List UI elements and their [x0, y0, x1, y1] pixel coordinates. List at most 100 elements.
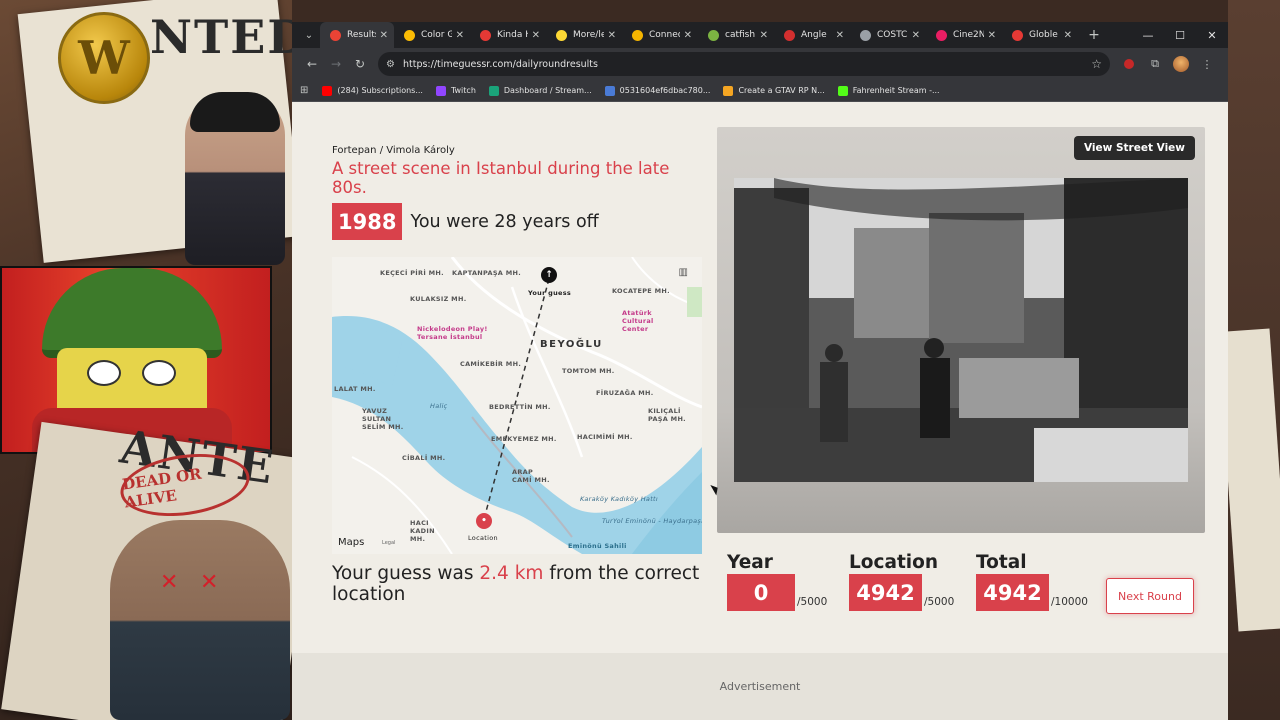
- view-street-view-button[interactable]: View Street View: [1073, 136, 1195, 160]
- minimize-icon[interactable]: —: [1132, 22, 1164, 48]
- person-head: [825, 344, 843, 362]
- address-bar[interactable]: ⚙ https://timeguessr.com/dailyroundresul…: [378, 52, 1110, 76]
- close-tab-icon[interactable]: ✕: [912, 30, 920, 41]
- map-label: KOCATEPE MH.: [612, 287, 670, 295]
- tab-cine2n[interactable]: Cine2N ✕: [926, 22, 1002, 48]
- coin-letter: W: [78, 31, 130, 85]
- street-scene-photo: [734, 178, 1188, 482]
- bookmark-item[interactable]: Fahrenheit Stream -...: [837, 85, 940, 96]
- maps-logo-text: Maps: [338, 537, 365, 548]
- map-label: KULAKSIZ MH.: [410, 295, 467, 303]
- bookmark-item[interactable]: 0531604ef6dbac780...: [604, 85, 711, 96]
- map-poi-label: Atatürk Cultural Center: [622, 309, 654, 333]
- tab-angle[interactable]: Angle ✕: [774, 22, 850, 48]
- map-water-label: TurYol Eminönü - Haydarpaşa Hattı: [602, 517, 702, 525]
- new-tab-icon[interactable]: +: [1084, 27, 1104, 43]
- map-label: CİBALİ MH.: [402, 454, 446, 462]
- location-pin-label: Location: [468, 534, 498, 542]
- bookmark-label: 0531604ef6dbac780...: [619, 86, 711, 95]
- globe-favicon: [1012, 29, 1023, 41]
- bookmark-label: Twitch: [450, 86, 476, 95]
- avatar: [1173, 56, 1189, 72]
- close-tab-icon[interactable]: ✕: [608, 30, 616, 41]
- tab-catfish[interactable]: catfish ✕: [698, 22, 774, 48]
- x-eye-right-icon: ✕: [200, 570, 219, 595]
- building-left: [734, 188, 809, 418]
- tab-search-icon[interactable]: ⌄: [298, 24, 320, 46]
- close-tab-icon[interactable]: ✕: [988, 30, 996, 41]
- profile-avatar[interactable]: [1168, 52, 1194, 76]
- tab-more-le[interactable]: More/le ✕: [546, 22, 622, 48]
- forward-arrow-icon[interactable]: →: [324, 52, 348, 76]
- poster-top-text: NTED: [150, 10, 292, 64]
- map-legal-link[interactable]: Legal: [382, 540, 395, 546]
- close-tab-icon[interactable]: ✕: [456, 30, 464, 41]
- close-tab-icon[interactable]: ✕: [684, 30, 692, 41]
- bookmark-item[interactable]: Twitch: [435, 85, 476, 96]
- map-label: CAMİKEBİR MH.: [460, 360, 522, 368]
- grid-favicon: [632, 29, 643, 41]
- tab-globle[interactable]: Globle ✕: [1002, 22, 1078, 48]
- photo-credit: Fortepan / Vimola Károly: [332, 145, 455, 156]
- map-water-label: Haliç: [430, 402, 448, 410]
- close-window-icon[interactable]: ✕: [1196, 22, 1228, 48]
- extensions-puzzle-icon[interactable]: ⧉: [1142, 52, 1168, 76]
- year-result: 1988 You were 28 years off: [332, 203, 599, 240]
- score-location-value: 4942: [849, 574, 922, 611]
- location-pin-icon[interactable]: •: [476, 513, 492, 529]
- map-district-label: BEYOĞLU: [540, 339, 603, 350]
- tab-connec[interactable]: Connec ✕: [622, 22, 698, 48]
- person-head: [924, 338, 944, 358]
- tab-bar: ⌄ Results✕Color G✕Kinda H✕More/le✕Connec…: [292, 22, 1228, 48]
- bookmark-item[interactable]: (284) Subscriptions...: [322, 85, 423, 96]
- bookmark-item[interactable]: Dashboard / Stream...: [488, 85, 592, 96]
- tab-results[interactable]: Results ✕: [320, 22, 394, 48]
- bookmark-favicon: [837, 85, 848, 96]
- map-label: KAPTANPAŞA MH.: [452, 269, 521, 277]
- next-round-button[interactable]: Next Round: [1106, 578, 1194, 614]
- bookmark-label: (284) Subscriptions...: [337, 86, 423, 95]
- close-tab-icon[interactable]: ✕: [1064, 30, 1072, 41]
- maps-logo: Maps: [338, 537, 364, 548]
- character-illustration-bottom: [110, 520, 290, 720]
- tab-title: Globle: [1029, 30, 1058, 40]
- photo-card: View Street View: [717, 127, 1205, 533]
- tab-title: Angle: [801, 30, 827, 40]
- browser-window: ⌄ Results✕Color G✕Kinda H✕More/le✕Connec…: [292, 22, 1228, 720]
- close-tab-icon[interactable]: ✕: [532, 30, 540, 41]
- result-map[interactable]: KEÇECİ PİRİ MH. KAPTANPAŞA MH. KULAKSIZ …: [332, 257, 702, 554]
- globe-favicon: [330, 29, 341, 41]
- tab-title: Cine2N: [953, 30, 984, 40]
- apps-grid-icon[interactable]: ⊞: [300, 85, 308, 96]
- tab-kinda-h[interactable]: Kinda H ✕: [470, 22, 546, 48]
- maximize-icon[interactable]: ☐: [1164, 22, 1196, 48]
- site-info-icon[interactable]: ⚙: [386, 59, 395, 70]
- x-eye-left-icon: ✕: [160, 570, 179, 595]
- close-tab-icon[interactable]: ✕: [380, 30, 388, 41]
- reload-icon[interactable]: ↻: [348, 52, 372, 76]
- tab-color-g[interactable]: Color G ✕: [394, 22, 470, 48]
- stream-overlay-right: [1217, 0, 1280, 720]
- bookmark-star-icon[interactable]: ☆: [1091, 57, 1102, 71]
- score-year-max: /5000: [797, 596, 828, 608]
- tab-title: catfish: [725, 30, 756, 40]
- grid-favicon: [936, 29, 947, 41]
- address-url: https://timeguessr.com/dailyroundresults: [402, 58, 598, 70]
- score-total: Total 4942 /10000: [976, 552, 1088, 611]
- close-tab-icon[interactable]: ✕: [836, 30, 844, 41]
- bookmark-label: Create a GTAV RP N...: [738, 86, 825, 95]
- map-label: LALAT MH.: [334, 385, 376, 393]
- score-location-max: /5000: [924, 596, 955, 608]
- extension-record-icon[interactable]: [1116, 52, 1142, 76]
- map-label: YAVUZ SULTAN SELİM MH.: [362, 407, 404, 431]
- guess-pin-icon[interactable]: ↑: [541, 267, 557, 283]
- tab-title: More/le: [573, 30, 604, 40]
- back-arrow-icon[interactable]: ←: [300, 52, 324, 76]
- close-tab-icon[interactable]: ✕: [760, 30, 768, 41]
- tab-costc[interactable]: COSTC ✕: [850, 22, 926, 48]
- car-foreground: [1034, 428, 1188, 482]
- bookmark-item[interactable]: Create a GTAV RP N...: [723, 85, 825, 96]
- browser-menu-icon[interactable]: ⋮: [1194, 52, 1220, 76]
- map-mode-icon[interactable]: ▥: [679, 267, 688, 278]
- results-page: Fortepan / Vimola Károly A street scene …: [292, 102, 1228, 720]
